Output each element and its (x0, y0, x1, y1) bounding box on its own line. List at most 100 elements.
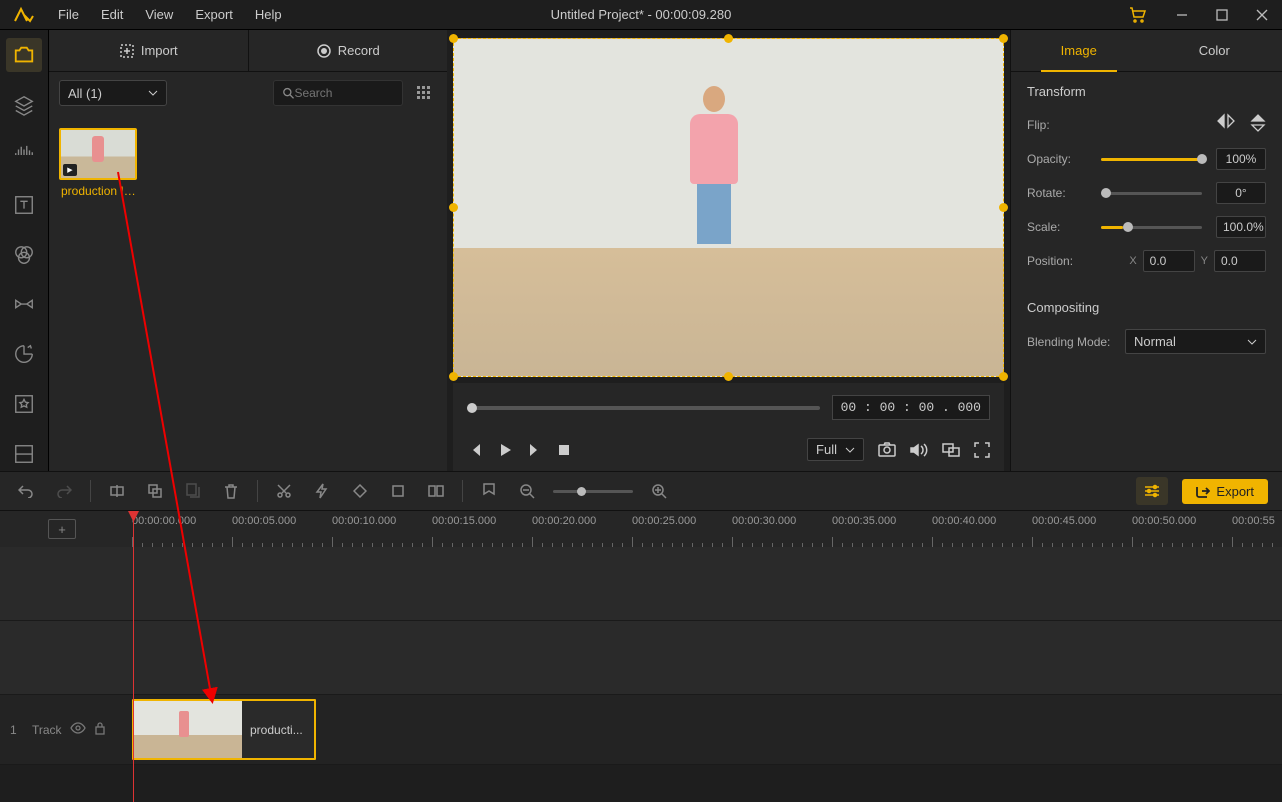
fullscreen-button[interactable] (974, 442, 990, 458)
rotate-slider[interactable] (1101, 192, 1202, 195)
lock-toggle[interactable] (94, 721, 106, 738)
search-input[interactable] (294, 86, 394, 100)
sidebar-elements[interactable] (6, 337, 42, 371)
cut-button[interactable] (272, 479, 296, 503)
minimize-button[interactable] (1162, 0, 1202, 30)
preview-canvas[interactable] (453, 38, 1004, 377)
maximize-button[interactable] (1202, 0, 1242, 30)
app-logo (0, 6, 48, 24)
clip-label: producti... (242, 701, 314, 758)
rotate-value[interactable]: 0° (1216, 182, 1266, 204)
zoom-out-button[interactable] (515, 479, 539, 503)
add-track-button[interactable]: + (48, 519, 76, 539)
flip-horizontal-button[interactable] (1216, 113, 1236, 136)
blending-value: Normal (1134, 334, 1176, 349)
clip-thumbnail (134, 701, 242, 758)
export-icon (1196, 484, 1210, 498)
track-lane[interactable] (0, 621, 1282, 695)
record-button[interactable]: Record (249, 30, 448, 71)
opacity-label: Opacity: (1027, 152, 1087, 166)
chevron-down-icon (148, 90, 158, 96)
preview-timestamp: 00 : 00 : 00 . 000 (832, 395, 990, 420)
media-panel: Import Record All (1) ▶ productio (49, 30, 447, 471)
undo-button[interactable] (14, 479, 38, 503)
resize-handle[interactable] (999, 372, 1008, 381)
markers-button[interactable] (424, 479, 448, 503)
tab-color[interactable]: Color (1147, 30, 1282, 71)
snapshot-button[interactable] (878, 442, 896, 458)
volume-button[interactable] (910, 442, 928, 458)
next-frame-button[interactable] (527, 442, 543, 458)
track-lane[interactable] (0, 547, 1282, 621)
sidebar-media[interactable] (6, 38, 42, 72)
compare-button[interactable] (942, 443, 960, 457)
sidebar-split[interactable] (6, 437, 42, 471)
resize-handle[interactable] (999, 34, 1008, 43)
resize-handle[interactable] (449, 203, 458, 212)
delete-button[interactable] (219, 479, 243, 503)
chevron-down-icon (1247, 339, 1257, 345)
prev-frame-button[interactable] (467, 442, 483, 458)
sidebar-layers[interactable] (6, 88, 42, 122)
sidebar-effects[interactable] (6, 387, 42, 421)
view-grid-button[interactable] (411, 80, 437, 106)
media-filter-dropdown[interactable]: All (1) (59, 80, 167, 106)
resize-handle[interactable] (724, 34, 733, 43)
menu-edit[interactable]: Edit (91, 3, 133, 26)
track-lane-video[interactable]: 1 Track producti... (0, 695, 1282, 765)
play-button[interactable] (497, 442, 513, 458)
settings-button[interactable] (1136, 477, 1168, 505)
close-button[interactable] (1242, 0, 1282, 30)
resize-handle[interactable] (449, 34, 458, 43)
position-y-input[interactable]: 0.0 (1214, 250, 1266, 272)
opacity-value[interactable]: 100% (1216, 148, 1266, 170)
search-box[interactable] (273, 80, 403, 106)
opacity-slider[interactable] (1101, 158, 1202, 161)
menu-file[interactable]: File (48, 3, 89, 26)
sidebar-text[interactable] (6, 188, 42, 222)
resize-handle[interactable] (724, 372, 733, 381)
playhead[interactable] (133, 511, 134, 802)
redo-button[interactable] (52, 479, 76, 503)
position-x-input[interactable]: 0.0 (1143, 250, 1195, 272)
sidebar-transitions[interactable] (6, 287, 42, 321)
resize-handle[interactable] (449, 372, 458, 381)
timeline-clip[interactable]: producti... (132, 699, 316, 760)
import-button[interactable]: Import (49, 30, 249, 71)
group-button[interactable] (143, 479, 167, 503)
marker-button[interactable] (477, 479, 501, 503)
resize-handle[interactable] (999, 203, 1008, 212)
flip-label: Flip: (1027, 118, 1087, 132)
export-button[interactable]: Export (1182, 479, 1268, 504)
scale-value[interactable]: 100.0% (1216, 216, 1266, 238)
track-label: Track (32, 723, 62, 737)
scale-slider[interactable] (1101, 226, 1202, 229)
speed-button[interactable] (310, 479, 334, 503)
sidebar-filters[interactable] (6, 238, 42, 272)
tab-image[interactable]: Image (1011, 30, 1147, 71)
aspect-dropdown[interactable]: Full (807, 438, 864, 461)
menu-export[interactable]: Export (185, 3, 243, 26)
blending-mode-dropdown[interactable]: Normal (1125, 329, 1266, 354)
keyframe-button[interactable] (348, 479, 372, 503)
stop-button[interactable] (557, 443, 571, 457)
export-label: Export (1216, 484, 1254, 499)
media-item[interactable]: ▶ production I… (59, 128, 141, 198)
track-number: 1 (10, 723, 24, 737)
split-button[interactable] (105, 479, 129, 503)
copy-button[interactable] (181, 479, 205, 503)
menu-help[interactable]: Help (245, 3, 292, 26)
media-thumbnail: ▶ (59, 128, 137, 180)
visibility-toggle[interactable] (70, 722, 86, 737)
seek-bar[interactable] (467, 406, 820, 410)
sidebar-audio[interactable] (6, 138, 42, 172)
zoom-slider[interactable] (553, 490, 633, 493)
pos-y-label: Y (1201, 255, 1208, 267)
blending-label: Blending Mode: (1027, 335, 1117, 349)
cart-icon[interactable] (1118, 0, 1158, 30)
crop-button[interactable] (386, 479, 410, 503)
zoom-in-button[interactable] (647, 479, 671, 503)
menu-view[interactable]: View (135, 3, 183, 26)
flip-vertical-button[interactable] (1250, 113, 1266, 136)
timeline-ruler[interactable]: + 00:00:00.00000:00:05.00000:00:10.00000… (0, 511, 1282, 547)
